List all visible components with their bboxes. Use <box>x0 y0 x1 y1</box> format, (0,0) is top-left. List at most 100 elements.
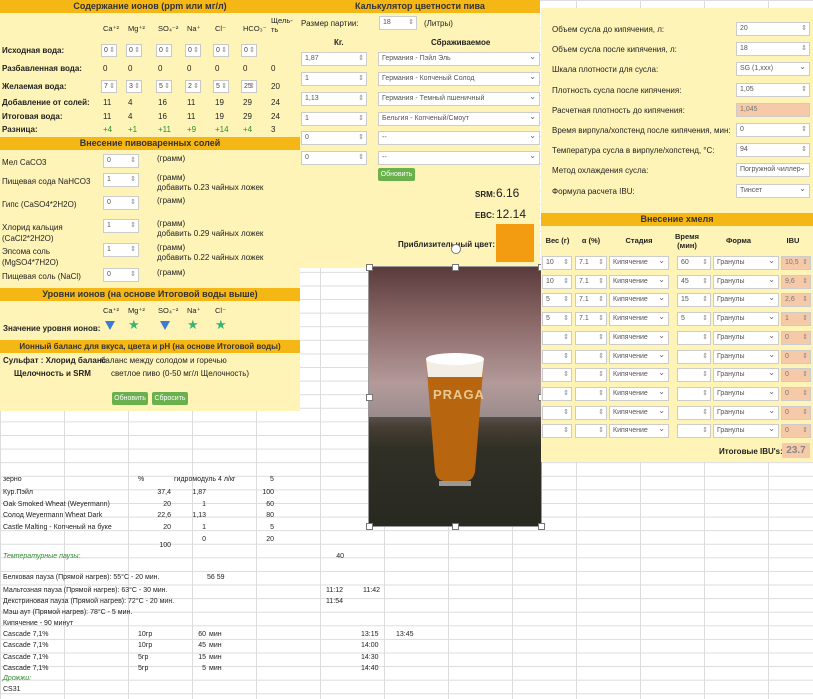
hop-alpha-input[interactable]: 7.1 <box>575 312 607 327</box>
salt-input[interactable]: 0 <box>103 154 139 168</box>
grain-kg-input[interactable]: 1 <box>301 72 367 86</box>
salt-input[interactable]: 1 <box>103 219 139 233</box>
hop-alpha-input[interactable] <box>575 405 607 420</box>
hop-weight-input[interactable]: 5 <box>542 293 572 308</box>
hop-stage-select[interactable]: Кипячение <box>609 311 669 327</box>
hop-weight-input[interactable] <box>542 349 572 364</box>
hop-stage-select[interactable]: Кипячение <box>609 255 669 270</box>
resize-handle-icon[interactable] <box>366 264 373 271</box>
ion-input[interactable]: 7 <box>101 80 117 93</box>
grain-select[interactable]: Бельгия - Копченый/Смоут <box>378 111 540 126</box>
ion-input[interactable]: 0 <box>156 44 172 57</box>
ion-input[interactable]: 25 <box>241 80 257 93</box>
hop-time-input[interactable]: 45 <box>677 274 711 289</box>
hop-stage-select[interactable]: Кипячение <box>609 274 669 289</box>
wort-input[interactable]: Тинсет <box>736 183 810 198</box>
hop-weight-input[interactable] <box>542 368 572 383</box>
resize-handle-icon[interactable] <box>366 394 373 401</box>
batch-size-input[interactable]: 18 <box>379 16 417 30</box>
ion-input[interactable]: 0 <box>185 44 201 57</box>
ion-input[interactable]: 0 <box>213 44 229 57</box>
hop-time-input[interactable]: 60 <box>677 256 711 270</box>
wort-input[interactable]: 0 <box>736 123 810 137</box>
hop-weight-input[interactable] <box>542 330 572 345</box>
hop-form-select[interactable]: Гранулы <box>713 405 779 420</box>
hop-alpha-input[interactable] <box>575 349 607 364</box>
wort-input[interactable]: 18 <box>736 42 810 57</box>
hop-weight-input[interactable] <box>542 424 572 439</box>
wort-input[interactable]: 94 <box>736 143 810 158</box>
wort-input[interactable]: Погружной чиллер <box>736 162 810 178</box>
hop-weight-input[interactable]: 10 <box>542 274 572 289</box>
wort-input[interactable]: SG (1,xxx) <box>736 61 810 77</box>
hop-stage-select[interactable]: Кипячение <box>609 405 669 420</box>
hop-alpha-input[interactable]: 7.1 <box>575 293 607 308</box>
grain-kg-input[interactable]: 1,87 <box>301 52 367 66</box>
ion-input[interactable]: 5 <box>213 80 229 93</box>
salt-input[interactable]: 1 <box>103 243 139 257</box>
rotate-handle-icon[interactable] <box>451 244 461 254</box>
wort-input[interactable]: 20 <box>736 22 810 36</box>
hop-form-select[interactable]: Гранулы <box>713 349 779 364</box>
hop-stage-select[interactable]: Кипячение <box>609 292 669 308</box>
salt-input[interactable]: 0 <box>103 196 139 210</box>
hop-alpha-input[interactable]: 7.1 <box>575 274 607 289</box>
hop-weight-input[interactable]: 10 <box>542 256 572 270</box>
hop-form-select[interactable]: Гранулы <box>713 292 779 308</box>
hop-stage-select[interactable]: Кипячение <box>609 386 669 401</box>
grain-select[interactable]: Германия - Темный пшеничный <box>378 91 540 106</box>
update-color-button[interactable]: Обновить <box>378 168 415 181</box>
wort-input[interactable]: 1,05 <box>736 82 810 97</box>
grain-kg-input[interactable]: 0 <box>301 151 367 165</box>
hop-form-select[interactable]: Гранулы <box>713 330 779 345</box>
salt-input[interactable]: 0 <box>103 268 139 282</box>
hop-form-select[interactable]: Гранулы <box>713 367 779 383</box>
ion-input[interactable]: 2 <box>185 80 201 93</box>
grain-kg-input[interactable]: 1,13 <box>301 92 367 106</box>
resize-handle-icon[interactable] <box>452 264 459 271</box>
hop-alpha-input[interactable] <box>575 330 607 345</box>
hop-form-select[interactable]: Гранулы <box>713 255 779 270</box>
grain-select[interactable]: -- <box>378 150 540 165</box>
hop-time-input[interactable] <box>677 424 711 439</box>
hop-form-select[interactable]: Гранулы <box>713 386 779 401</box>
ion-input[interactable]: 0 <box>126 44 142 57</box>
hop-time-input[interactable] <box>677 368 711 383</box>
hop-time-input[interactable]: 5 <box>677 312 711 327</box>
grain-select[interactable]: Германия - Пэйл Эль <box>378 51 540 66</box>
hop-weight-input[interactable] <box>542 405 572 420</box>
hop-stage-select[interactable]: Кипячение <box>609 423 669 439</box>
hop-time-input[interactable] <box>677 349 711 364</box>
hop-time-input[interactable]: 15 <box>677 293 711 308</box>
hop-alpha-input[interactable] <box>575 424 607 439</box>
grain-kg-input[interactable]: 1 <box>301 112 367 126</box>
resize-handle-icon[interactable] <box>366 523 373 530</box>
ion-input[interactable]: 3 <box>126 80 142 93</box>
hop-alpha-input[interactable] <box>575 386 607 401</box>
hop-stage-select[interactable]: Кипячение <box>609 330 669 345</box>
beer-photo[interactable]: PRAGA <box>368 266 542 527</box>
resize-handle-icon[interactable] <box>452 523 459 530</box>
hop-alpha-input[interactable] <box>575 368 607 383</box>
grain-kg-input[interactable]: 0 <box>301 131 367 145</box>
hop-form-select[interactable]: Гранулы <box>713 311 779 327</box>
grain-select[interactable]: -- <box>378 130 540 145</box>
hop-form-select[interactable]: Гранулы <box>713 423 779 439</box>
hop-form-select[interactable]: Гранулы <box>713 274 779 289</box>
salt-input[interactable]: 1 <box>103 173 139 187</box>
hop-alpha-input[interactable]: 7.1 <box>575 256 607 270</box>
grain-select[interactable]: Германия - Копченый Солод <box>378 71 540 86</box>
ion-input[interactable]: 0 <box>241 44 257 57</box>
update-ions-button[interactable]: Обновить <box>112 392 148 405</box>
hop-weight-input[interactable]: 5 <box>542 312 572 327</box>
hop-time-input[interactable] <box>677 405 711 420</box>
hop-stage-select[interactable]: Кипячение <box>609 349 669 364</box>
resize-handle-icon[interactable] <box>538 523 545 530</box>
hop-weight-input[interactable] <box>542 386 572 401</box>
reset-ions-button[interactable]: Сбросить <box>152 392 188 405</box>
ion-input[interactable]: 0 <box>101 44 117 57</box>
hop-stage-select[interactable]: Кипячение <box>609 367 669 383</box>
hop-time-input[interactable] <box>677 386 711 401</box>
ion-input[interactable]: 5 <box>156 80 172 93</box>
hop-time-input[interactable] <box>677 330 711 345</box>
